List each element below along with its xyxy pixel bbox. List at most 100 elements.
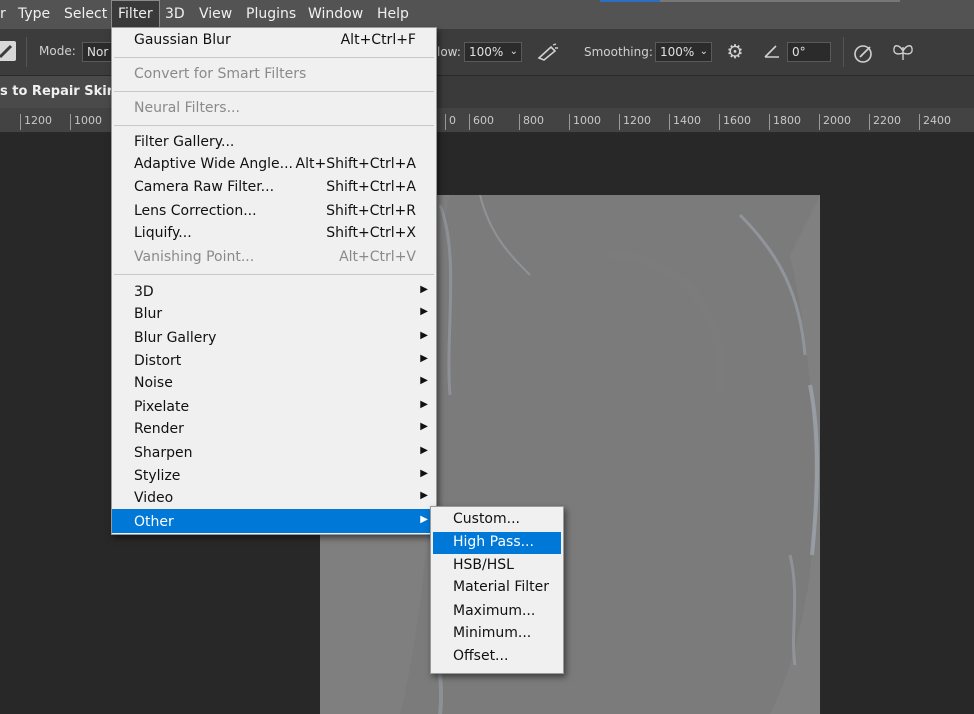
submenu-item-minimum[interactable]: Minimum...: [431, 625, 563, 647]
menu-item-label: Offset...: [453, 648, 509, 664]
menu-filter[interactable]: Filter: [111, 0, 160, 30]
menu-item-label: Render: [134, 421, 184, 437]
menu-separator: [114, 91, 434, 92]
menu-item-gaussian-blur[interactable]: Gaussian Blur Alt+Ctrl+F: [112, 32, 436, 54]
menu-item-other[interactable]: Other ▶: [112, 509, 436, 533]
submenu-arrow-icon: ▶: [420, 353, 428, 364]
menu-item-liquify[interactable]: Liquify... Shift+Ctrl+X: [112, 225, 436, 247]
menu-item-label: Lens Correction...: [134, 203, 257, 219]
menu-bar: r Type Select Filter 3D View Plugins Win…: [0, 0, 974, 30]
submenu-arrow-icon: ▶: [420, 306, 428, 317]
menu-item-convert-smart-filters: Convert for Smart Filters: [112, 66, 436, 88]
menu-window[interactable]: Window: [302, 0, 369, 29]
chevron-down-icon[interactable]: ⌄: [510, 43, 518, 61]
menu-view[interactable]: View: [193, 0, 238, 29]
menu-item-vanishing-point: Vanishing Point... Alt+Ctrl+V: [112, 249, 436, 271]
document-tab[interactable]: s to Repair Skin -: [0, 76, 112, 108]
smoothing-label: Smoothing:: [584, 45, 653, 59]
smoothing-field[interactable]: 100% ⌄: [655, 42, 712, 62]
menu-item-shortcut: Shift+Ctrl+R: [326, 203, 416, 219]
menu-item-filter-gallery[interactable]: Filter Gallery...: [112, 134, 436, 156]
submenu-arrow-icon: ▶: [420, 445, 428, 456]
chevron-down-icon[interactable]: ⌄: [700, 43, 708, 61]
submenu-item-maximum[interactable]: Maximum...: [431, 603, 563, 625]
submenu-arrow-icon: ▶: [420, 399, 428, 410]
flow-value: 100%: [469, 45, 504, 59]
submenu-arrow-icon: ▶: [420, 421, 428, 432]
menu-item-render[interactable]: Render ▶: [112, 421, 436, 443]
brush-tool-icon[interactable]: [0, 41, 16, 61]
menu-item-stylize[interactable]: Stylize ▶: [112, 468, 436, 490]
ruler-tick: 2200: [869, 114, 901, 130]
menu-item-label: Custom...: [453, 511, 520, 527]
ruler-tick: 1200: [619, 114, 651, 130]
menu-item-noise[interactable]: Noise ▶: [112, 375, 436, 397]
menu-edit[interactable]: r: [0, 0, 12, 29]
mode-label: Mode:: [39, 44, 76, 58]
menu-item-adaptive-wide-angle[interactable]: Adaptive Wide Angle... Alt+Shift+Ctrl+A: [112, 156, 436, 178]
menu-type[interactable]: Type: [12, 0, 56, 29]
menu-item-label: Neural Filters...: [134, 100, 240, 116]
document-tab-title: s to Repair Skin -: [0, 84, 112, 99]
menu-item-shortcut: Alt+Ctrl+V: [339, 249, 416, 265]
separator: [26, 37, 27, 67]
submenu-item-offset[interactable]: Offset...: [431, 648, 563, 670]
menu-item-label: Convert for Smart Filters: [134, 66, 307, 82]
active-indicator: [600, 0, 660, 2]
flow-label: low:: [437, 45, 461, 59]
menu-item-label: Video: [134, 490, 174, 506]
submenu-item-hsb-hsl[interactable]: HSB/HSL: [431, 557, 563, 579]
menu-separator: [114, 57, 434, 58]
menu-item-label: Material Filter: [453, 579, 549, 595]
menu-item-3d[interactable]: 3D ▶: [112, 284, 436, 306]
filter-menu: Gaussian Blur Alt+Ctrl+F Convert for Smar…: [111, 27, 437, 535]
menu-item-lens-correction[interactable]: Lens Correction... Shift+Ctrl+R: [112, 203, 436, 225]
menu-item-shortcut: Alt+Shift+Ctrl+A: [295, 156, 416, 172]
airbrush-icon[interactable]: [535, 42, 561, 67]
menu-separator: [114, 125, 434, 126]
pressure-icon[interactable]: [850, 42, 876, 69]
ruler-tick: 1000: [70, 114, 102, 130]
menu-item-label: Sharpen: [134, 445, 193, 461]
flow-field[interactable]: 100% ⌄: [464, 42, 522, 62]
menu-plugins[interactable]: Plugins: [240, 0, 302, 29]
menu-item-label: Minimum...: [453, 625, 532, 641]
smoothing-value: 100%: [660, 45, 695, 59]
menu-item-label: 3D: [134, 284, 154, 300]
menu-item-label: Camera Raw Filter...: [134, 179, 275, 195]
menu-item-sharpen[interactable]: Sharpen ▶: [112, 445, 436, 467]
ruler-tick: 1400: [669, 114, 701, 130]
menu-item-label: Other: [134, 514, 174, 530]
angle-field[interactable]: 0°: [787, 42, 831, 62]
gear-icon[interactable]: ⚙: [722, 42, 748, 62]
ruler-tick: 1200: [20, 114, 52, 130]
submenu-arrow-icon: ▶: [420, 490, 428, 501]
menu-item-label: Pixelate: [134, 399, 190, 415]
menu-item-label: Filter Gallery...: [134, 134, 235, 150]
submenu-item-high-pass[interactable]: High Pass...: [433, 532, 561, 554]
menu-help[interactable]: Help: [371, 0, 415, 29]
submenu-item-material-filter[interactable]: Material Filter: [431, 579, 563, 601]
menu-separator: [114, 274, 434, 275]
menu-item-camera-raw-filter[interactable]: Camera Raw Filter... Shift+Ctrl+A: [112, 179, 436, 201]
menu-item-label: High Pass...: [453, 534, 534, 550]
angle-icon: [762, 42, 782, 65]
ruler-tick: 2000: [819, 114, 851, 130]
ruler-tick: 1800: [769, 114, 801, 130]
menu-item-distort[interactable]: Distort ▶: [112, 353, 436, 375]
butterfly-icon[interactable]: [890, 42, 916, 69]
menu-select[interactable]: Select: [58, 0, 113, 29]
submenu-arrow-icon: ▶: [420, 468, 428, 479]
menu-3d[interactable]: 3D: [159, 0, 191, 29]
menu-item-label: Stylize: [134, 468, 181, 484]
menu-item-label: Noise: [134, 375, 173, 391]
menu-item-pixelate[interactable]: Pixelate ▶: [112, 399, 436, 421]
menu-item-shortcut: Shift+Ctrl+A: [326, 179, 416, 195]
submenu-item-custom[interactable]: Custom...: [431, 511, 563, 533]
ruler-tick: 600: [469, 114, 494, 130]
menu-item-label: Liquify...: [134, 225, 192, 241]
menu-item-blur[interactable]: Blur ▶: [112, 306, 436, 328]
menu-item-label: HSB/HSL: [453, 557, 514, 573]
submenu-arrow-icon: ▶: [420, 284, 428, 295]
menu-item-blur-gallery[interactable]: Blur Gallery ▶: [112, 330, 436, 352]
